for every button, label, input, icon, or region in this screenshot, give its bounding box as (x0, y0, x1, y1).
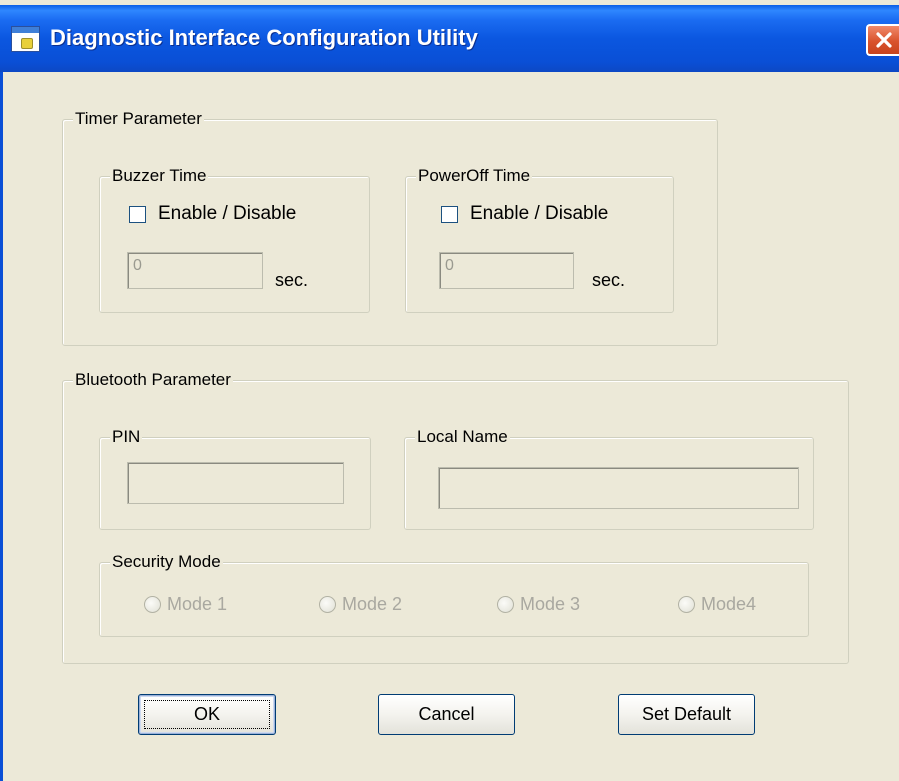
buzzer-enable-label: Enable / Disable (158, 203, 297, 224)
security-mode-3-radio[interactable] (497, 596, 514, 613)
timer-parameter-legend: Timer Parameter (73, 109, 204, 128)
buzzer-enable-checkbox-row[interactable]: Enable / Disable (129, 203, 296, 225)
security-mode-4-label: Mode4 (701, 594, 757, 614)
security-mode-3-option[interactable]: Mode 3 (497, 594, 580, 615)
pin-legend: PIN (110, 427, 143, 446)
bluetooth-parameter-legend: Bluetooth Parameter (73, 370, 233, 389)
poweroff-enable-label: Enable / Disable (470, 203, 609, 224)
security-mode-2-label: Mode 2 (342, 594, 403, 614)
window-frame-left (0, 72, 3, 781)
security-mode-legend: Security Mode (110, 552, 223, 571)
security-mode-2-option[interactable]: Mode 2 (319, 594, 402, 615)
poweroff-time-field[interactable]: 0 (439, 252, 574, 289)
ok-button[interactable]: OK (138, 694, 276, 735)
cancel-button[interactable]: Cancel (378, 694, 515, 735)
window-title: Diagnostic Interface Configuration Utili… (50, 25, 478, 50)
dialog-window: Diagnostic Interface Configuration Utili… (0, 0, 899, 781)
buzzer-time-unit: sec. (275, 270, 309, 290)
poweroff-time-legend: PowerOff Time (416, 166, 533, 185)
buzzer-enable-checkbox[interactable] (129, 205, 146, 223)
pin-field[interactable] (127, 462, 344, 504)
security-mode-3-label: Mode 3 (520, 594, 581, 614)
close-button[interactable] (866, 24, 899, 56)
ok-button-label: OK (193, 704, 220, 724)
poweroff-time-unit: sec. (592, 270, 626, 290)
buzzer-time-group: Buzzer Time (99, 167, 370, 313)
buzzer-time-field[interactable]: 0 (127, 252, 263, 289)
security-mode-4-radio[interactable] (678, 596, 695, 613)
local-name-legend: Local Name (415, 427, 510, 446)
security-mode-1-option[interactable]: Mode 1 (144, 594, 227, 615)
close-icon (875, 32, 892, 48)
cancel-button-label: Cancel (418, 704, 475, 724)
set-default-button[interactable]: Set Default (618, 694, 755, 735)
set-default-button-label: Set Default (641, 704, 732, 724)
poweroff-enable-checkbox[interactable] (441, 205, 458, 223)
security-mode-2-radio[interactable] (319, 596, 336, 613)
poweroff-enable-checkbox-row[interactable]: Enable / Disable (441, 203, 608, 225)
security-mode-1-radio[interactable] (144, 596, 161, 613)
title-bar[interactable]: Diagnostic Interface Configuration Utili… (0, 5, 899, 72)
local-name-field[interactable] (438, 467, 799, 509)
security-mode-4-option[interactable]: Mode4 (678, 594, 756, 615)
buzzer-time-legend: Buzzer Time (110, 166, 209, 185)
security-mode-1-label: Mode 1 (167, 594, 228, 614)
app-window-icon (11, 26, 40, 52)
poweroff-time-group: PowerOff Time (405, 167, 674, 313)
